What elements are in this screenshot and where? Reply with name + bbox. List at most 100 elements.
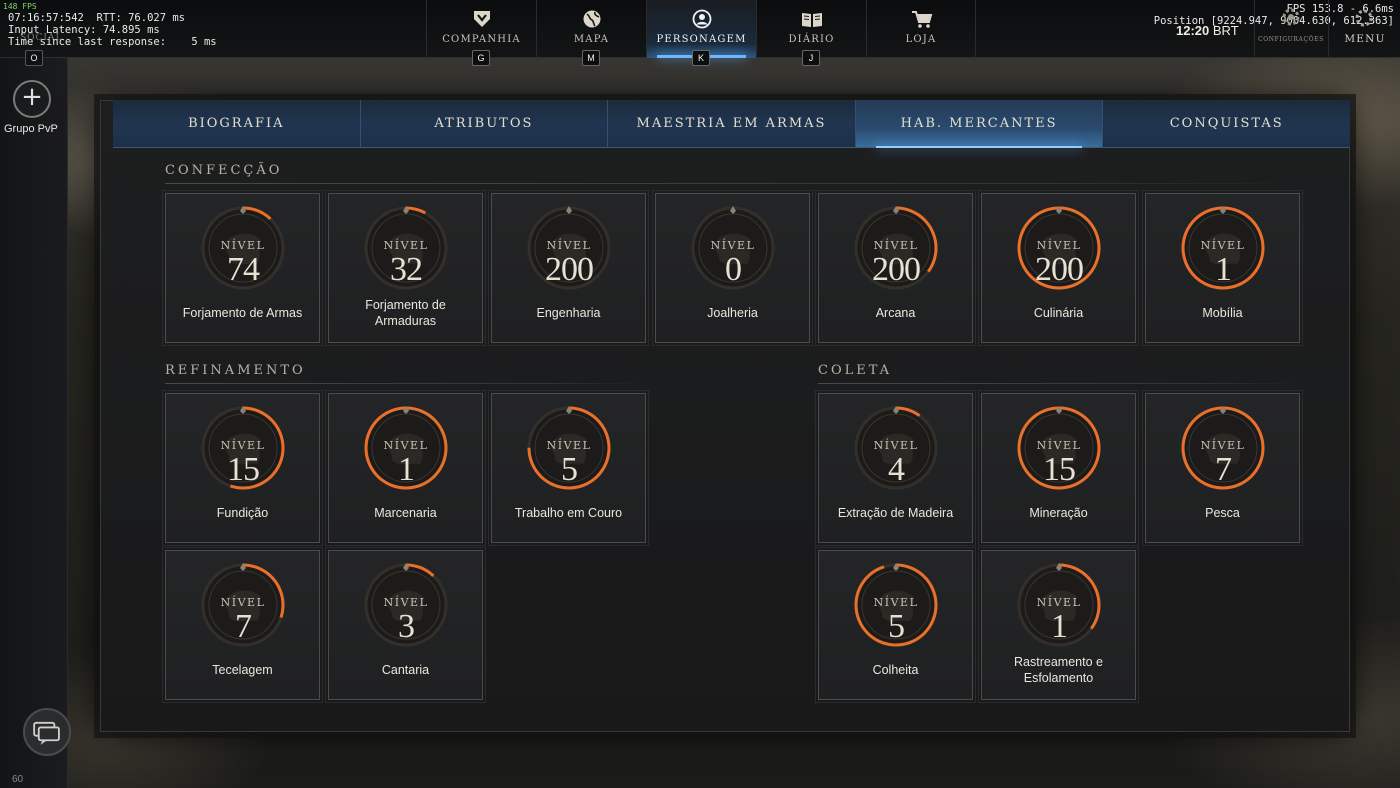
add-pvp-group-button[interactable]: + [13,80,51,118]
gear-icon[interactable] [1280,6,1302,28]
level-dial: NÍVEL 1 [364,406,448,490]
menu-button[interactable]: MENU [1330,33,1400,45]
skill-card-engenharia[interactable]: NÍVEL 200 Engenharia [488,190,649,346]
level-dial: NÍVEL 15 [1017,406,1101,490]
skill-card-fundicao[interactable]: NÍVEL 15 Fundição [162,390,323,546]
chat-button[interactable] [23,708,71,756]
tab-atributos[interactable]: ATRIBUTOS [361,100,609,147]
section-divider [165,383,645,384]
level-dial: NÍVEL 200 [1017,206,1101,290]
skill-name: Engenharia [536,306,601,320]
skill-card-cantaria[interactable]: NÍVEL 3 Cantaria [325,547,486,703]
level-dial: NÍVEL 3 [364,563,448,647]
skill-name: Pesca [1205,506,1240,520]
skill-card-forjamento-de-armas[interactable]: NÍVEL 74 Forjamento de Armas [162,190,323,346]
tab-maestria-em-armas[interactable]: MAESTRIA EM ARMAS [608,100,856,147]
level-dial: NÍVEL 1 [1181,206,1265,290]
level-value: 32 [390,251,423,288]
nav-label: COMPANHIA [442,34,521,45]
level-dial: NÍVEL 4 [854,406,938,490]
nav-label: LOJA [905,34,937,45]
tab-conquistas[interactable]: CONQUISTAS [1103,100,1350,147]
level-value: 1 [1215,251,1232,288]
nav-key-hint: G [472,50,490,66]
debug-line-2: Input Latency: 74.895 ms [8,24,160,36]
menu-icon[interactable] [1353,7,1375,29]
debug-line-1: 07:16:57:542 RTT: 76.027 ms [8,12,186,24]
skill-name: Tecelagem [212,663,273,677]
skill-name: Marcenaria [374,506,437,520]
tab-hab-mercantes[interactable]: HAB. MERCANTES [855,100,1104,148]
skill-card-culinaria[interactable]: NÍVEL 200 Culinária [978,190,1139,346]
skill-card-arcana[interactable]: NÍVEL 200 Arcana [815,190,976,346]
skill-card-pesca[interactable]: NÍVEL 7 Pesca [1142,390,1303,546]
skill-name: Mobília [1202,306,1243,320]
nav-companhia[interactable]: COMPANHIA G [426,0,536,66]
skill-card-mineracao[interactable]: NÍVEL 15 Mineração [978,390,1139,546]
level-dial: NÍVEL 7 [201,563,285,647]
character-tabs: BIOGRAFIA ATRIBUTOS MAESTRIA EM ARMAS HA… [113,100,1350,148]
chat-count: 60 [12,774,24,785]
skill-card-extracao-de-madeira[interactable]: NÍVEL 4 Extração de Madeira [815,390,976,546]
nav-label: PERSONAGEM [656,34,747,45]
section-title-refinamento: REFINAMENTO [165,363,306,378]
level-dial: NÍVEL 1 [1017,563,1101,647]
level-dial: NÍVEL 7 [1181,406,1265,490]
skill-name: Cantaria [381,663,430,677]
section-title-confeccao: CONFECÇÃO [165,163,283,178]
level-dial: NÍVEL 200 [527,206,611,290]
skill-name: Trabalho em Couro [514,506,623,520]
chat-icon [33,721,60,745]
skill-name: Joalheria [707,306,758,320]
level-value: 4 [888,451,905,488]
level-value: 15 [1043,451,1076,488]
section-divider [165,183,1300,184]
left-rail [0,58,68,788]
level-value: 74 [227,251,260,288]
divider [1254,0,1255,58]
level-value: 5 [888,608,905,645]
company-shield-icon [474,11,490,27]
skill-card-mobilia[interactable]: NÍVEL 1 Mobília [1142,190,1303,346]
level-dial: NÍVEL 74 [201,206,285,290]
section-title-coleta: COLETA [818,363,893,378]
tab-biografia[interactable]: BIOGRAFIA [113,100,361,147]
skill-card-trabalho-em-couro[interactable]: NÍVEL 5 Trabalho em Couro [488,390,649,546]
level-value: 3 [398,608,415,645]
level-dial: NÍVEL 5 [854,563,938,647]
nav-loja[interactable]: LOJA [866,0,976,58]
skill-card-rastreamento-e-esfolamento[interactable]: NÍVEL 1 Rastreamento e Esfolamento [978,547,1139,703]
nav-personagem[interactable]: PERSONAGEM K [646,0,756,66]
level-dial: NÍVEL 5 [527,406,611,490]
clock: 12:20 BRT [1176,23,1239,38]
debug-overlay: 07:16:57:542 RTT: 76.027 ms Input Latency… [8,12,217,48]
level-value: 7 [235,608,252,645]
social-key-hint: O [25,50,43,66]
skill-name: Extração de Madeira [837,506,954,520]
section-divider [818,383,1300,384]
skill-name: Culinária [1033,306,1084,320]
level-value: 0 [725,251,742,288]
nav-diario[interactable]: DIÁRIO J [756,0,866,66]
nav-label: DIÁRIO [788,34,835,45]
globe-icon [583,10,601,28]
level-value: 1 [1051,608,1068,645]
nav-mapa[interactable]: MAPA M [536,0,646,66]
level-dial: NÍVEL 15 [201,406,285,490]
skill-name: Forjamento de Armaduras [365,298,446,328]
skill-card-forjamento-de-armaduras[interactable]: NÍVEL 32 Forjamento de Armaduras [325,190,486,346]
nav-key-hint: K [692,50,710,66]
skill-card-tecelagem[interactable]: NÍVEL 7 Tecelagem [162,547,323,703]
skill-card-colheita[interactable]: NÍVEL 5 Colheita [815,547,976,703]
book-icon [802,13,822,27]
settings-button[interactable]: CONFIGURAÇÕES [1256,36,1326,43]
plus-icon: + [21,82,43,112]
level-value: 15 [227,451,260,488]
skill-card-marcenaria[interactable]: NÍVEL 1 Marcenaria [325,390,486,546]
nav-key-hint: M [582,50,600,66]
level-dial: NÍVEL 0 [691,206,775,290]
fps-counter-small: 148 FPS [3,2,37,11]
skill-name: Fundição [216,506,269,520]
nav-key-hint: J [802,50,820,66]
skill-card-joalheria[interactable]: NÍVEL 0 Joalheria [652,190,813,346]
